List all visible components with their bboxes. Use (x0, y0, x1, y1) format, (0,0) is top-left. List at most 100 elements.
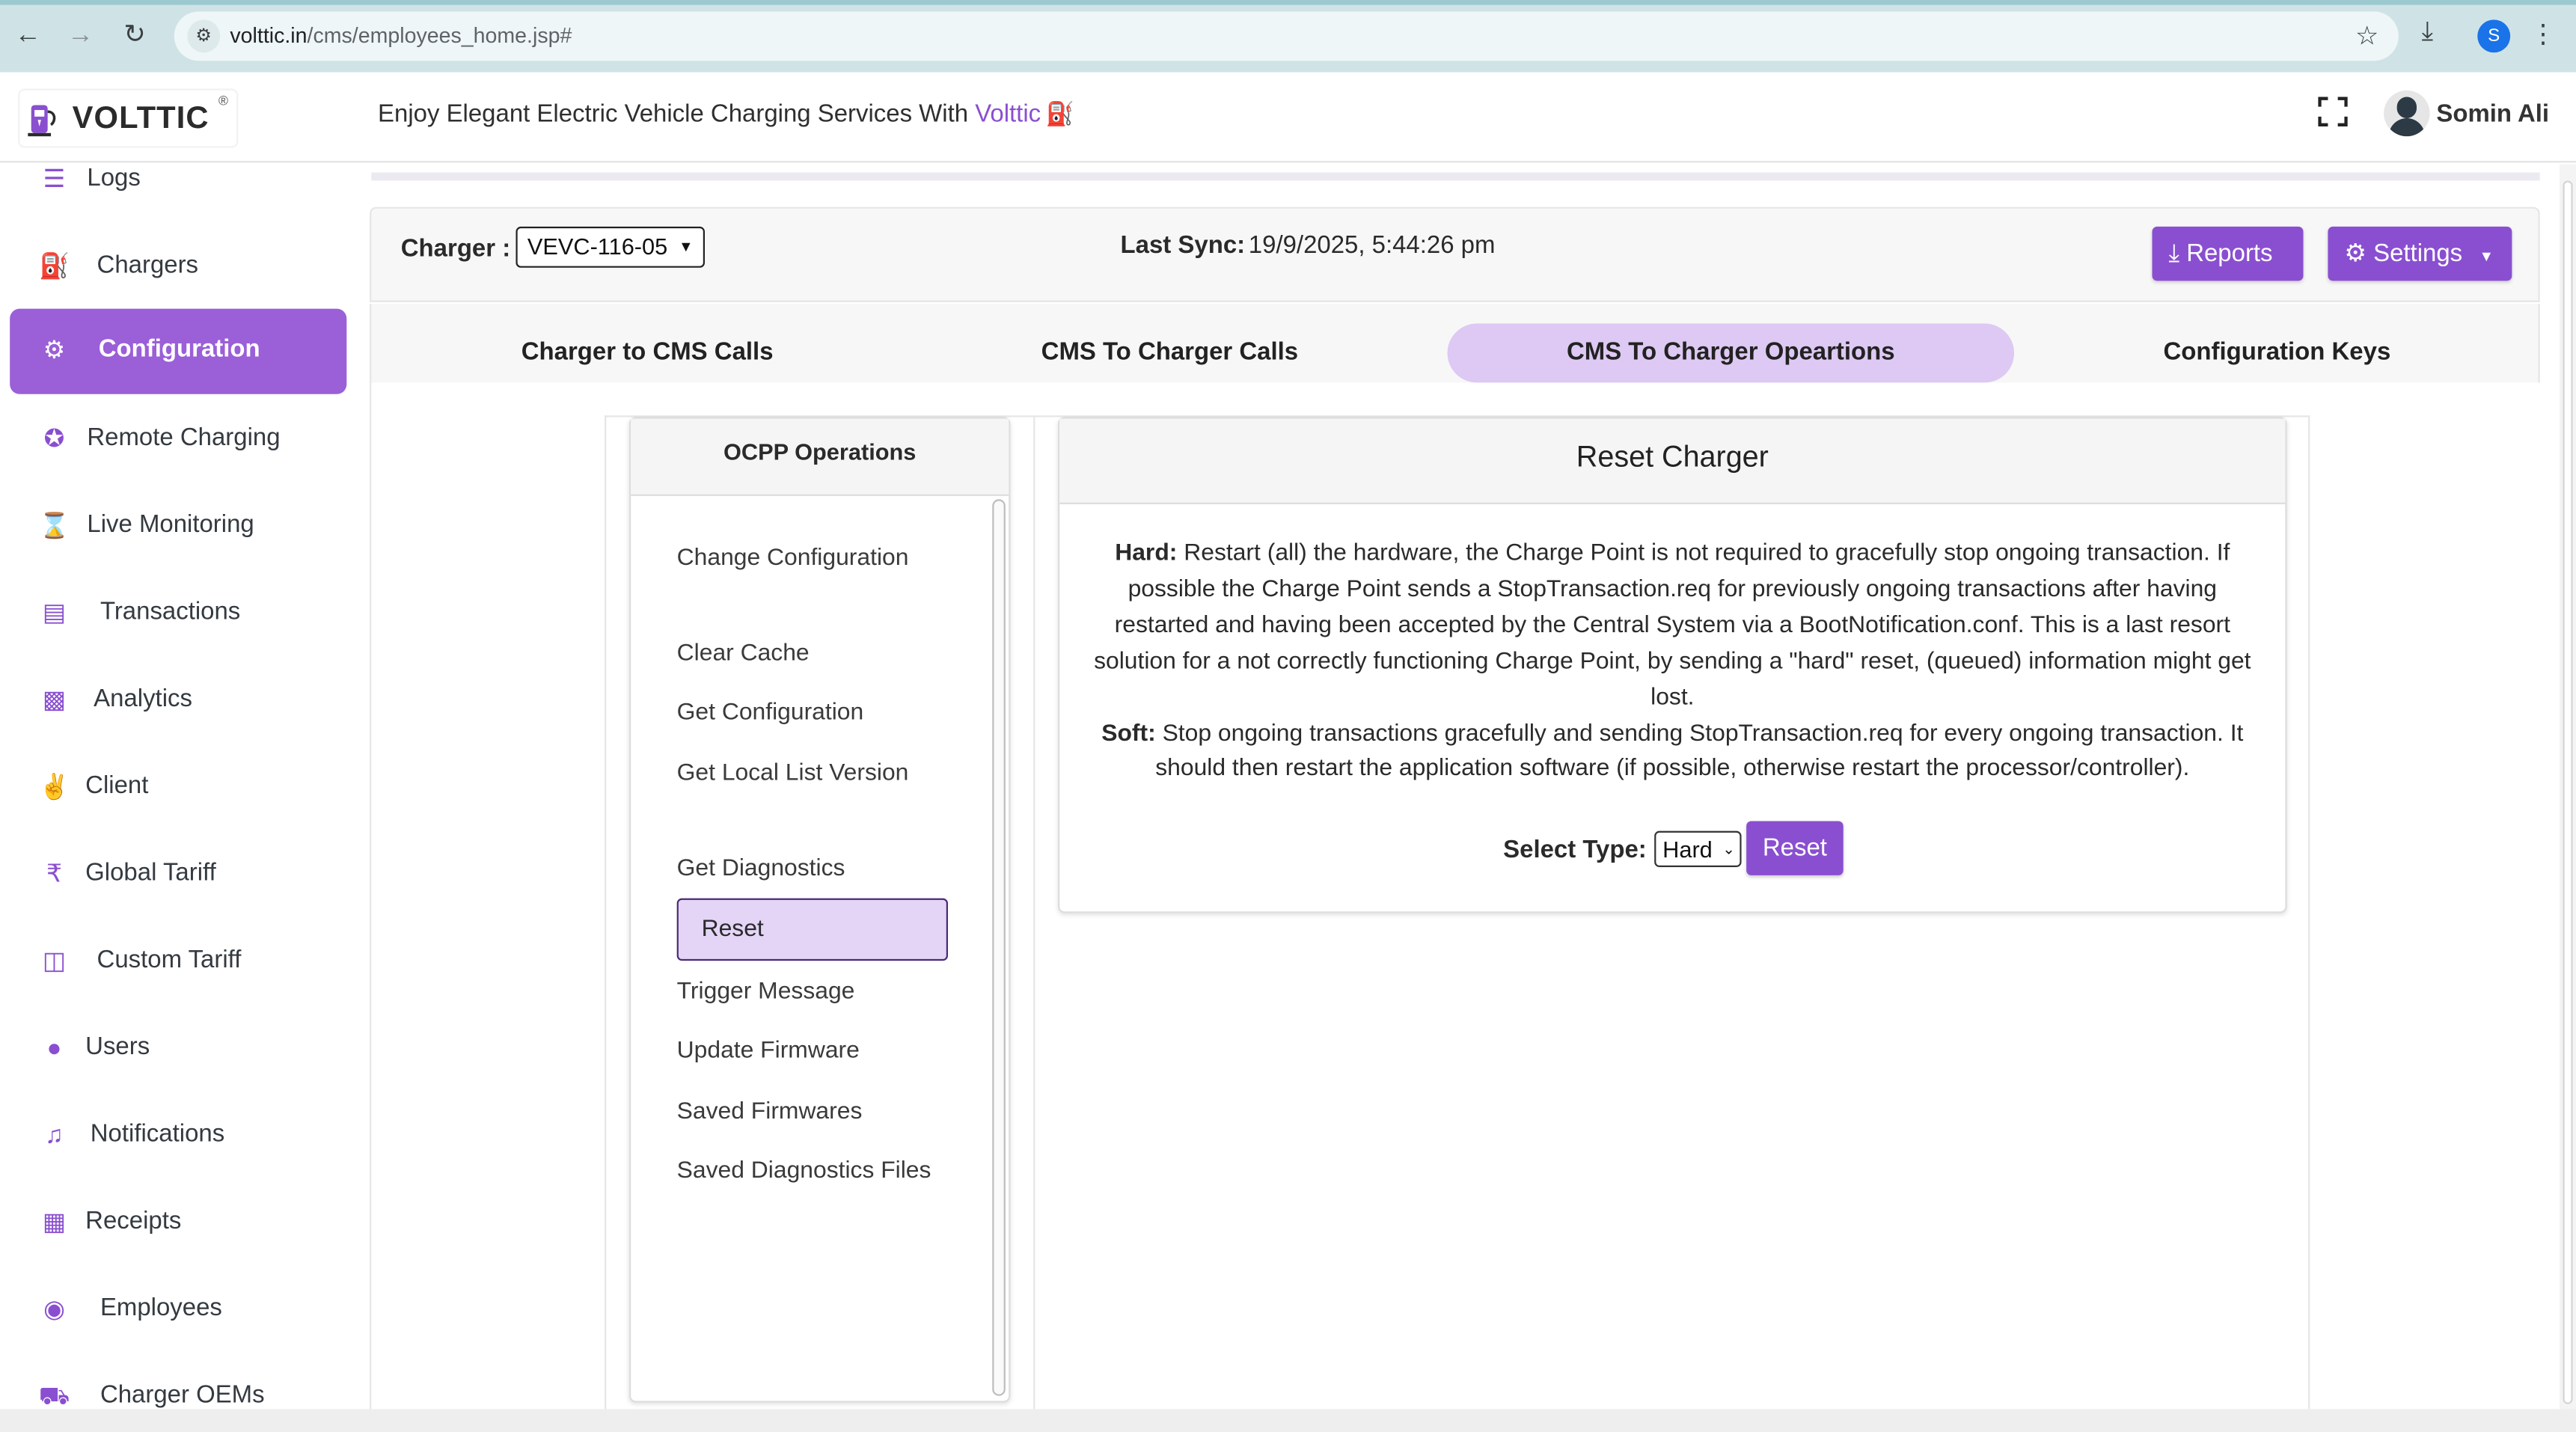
sidebar-item-chargers[interactable]: ⛽ Chargers (10, 225, 346, 310)
panel-divider (1033, 417, 1035, 1414)
soft-description: Stop ongoing transactions gracefully and… (1155, 720, 2244, 783)
profile-avatar[interactable]: S (2477, 19, 2511, 53)
logo-charger-icon (28, 105, 56, 137)
sidebar-item-users[interactable]: ● Users (10, 1007, 346, 1092)
charger-select[interactable]: VEVC-116-05 ▼ (515, 226, 705, 268)
sidebar-item-remote-charging[interactable]: ✪ Remote Charging (10, 397, 346, 483)
sidebar-item-configuration[interactable]: ⚙ Configuration (10, 308, 347, 394)
logo-text: VOLTTIC (72, 102, 209, 137)
volttic-logo[interactable]: VOLTTIC ® (19, 90, 237, 147)
url-host: volttic.in (230, 22, 308, 48)
sidebar-item-notifications[interactable]: ♫ Notifications (10, 1094, 346, 1179)
tab-cms-to-charger-calls[interactable]: CMS To Charger Calls (926, 323, 1413, 382)
ocpp-item-get-configuration[interactable]: Get Configuration (677, 694, 946, 730)
hourglass-icon: ⌛ (38, 512, 70, 541)
browser-top-edge (0, 0, 2576, 5)
app-header: VOLTTIC ® Enjoy Elegant Electric Vehicle… (0, 72, 2576, 163)
browser-toolbar: ← → ↻ ⚙ volttic.in/cms/employees_home.js… (0, 0, 2576, 73)
url-path: /cms/employees_home.jsp# (307, 22, 572, 48)
operations-content: OCPP Operations Change Configuration Cle… (370, 382, 2540, 1414)
last-sync-value: 19/9/2025, 5:44:26 pm (1248, 231, 1496, 260)
tab-charger-to-cms-calls[interactable]: Charger to CMS Calls (404, 323, 890, 382)
sidebar-item-live-monitoring[interactable]: ⌛ Live Monitoring (10, 485, 346, 570)
sidebar-item-label: Remote Charging (87, 423, 281, 452)
sidebar-item-global-tariff[interactable]: ₹ Global Tariff (10, 833, 346, 918)
reload-icon[interactable]: ↻ (118, 19, 151, 52)
rupee-icon: ₹ (46, 860, 62, 889)
hard-label: Hard: (1115, 540, 1178, 567)
reset-type-select[interactable]: Hard ⌄ (1654, 830, 1742, 867)
sidebar-item-label: Configuration (98, 334, 260, 364)
header-tagline: Enjoy Elegant Electric Vehicle Charging … (378, 100, 1074, 128)
user-avatar[interactable] (2384, 90, 2430, 137)
page-scrollbar[interactable] (2560, 164, 2576, 1413)
custom-tariff-icon: ◫ (42, 947, 67, 976)
reports-button[interactable]: ⤓ Reports (2152, 226, 2304, 281)
user-name[interactable]: Somin Ali (2436, 100, 2549, 128)
ocpp-item-get-local-list-version[interactable]: Get Local List Version (677, 756, 946, 792)
employees-icon: ◉ (43, 1295, 65, 1324)
address-bar[interactable]: ⚙ volttic.in/cms/employees_home.jsp# ☆ (174, 11, 2399, 61)
main-content: Charger : VEVC-116-05 ▼ Last Sync: 19/9/… (368, 165, 2540, 1414)
tab-cms-to-charger-operations[interactable]: CMS To Charger Opeartions (1447, 323, 2015, 383)
sidebar-item-client[interactable]: ✌ Client (10, 746, 346, 831)
sidebar-item-label: Client (85, 771, 149, 800)
sidebar-item-label: Analytics (94, 685, 192, 713)
back-icon[interactable]: ← (11, 19, 44, 52)
sidebar-item-custom-tariff[interactable]: ◫ Custom Tariff (10, 920, 346, 1005)
card-icon: ▤ (42, 599, 67, 628)
top-divider (371, 172, 2540, 181)
sidebar-item-label: Charger OEMs (100, 1380, 265, 1410)
sidebar-item-label: Logs (87, 164, 141, 192)
sidebar-item-label: Live Monitoring (87, 510, 254, 539)
ocpp-item-update-firmware[interactable]: Update Firmware (677, 1033, 946, 1069)
logo-registered-mark: ® (218, 94, 229, 108)
reset-type-value: Hard (1662, 836, 1713, 863)
select-type-label: Select Type: (1503, 836, 1647, 864)
charger-bar: Charger : VEVC-116-05 ▼ Last Sync: 19/9/… (370, 206, 2540, 302)
sidebar-item-transactions[interactable]: ▤ Transactions (10, 572, 346, 657)
reset-button[interactable]: Reset (1746, 821, 1844, 875)
ocpp-operations-list: Change Configuration Clear Cache Get Con… (631, 496, 1009, 1401)
receipt-icon: ▦ (42, 1208, 67, 1237)
bookmark-star-icon[interactable]: ☆ (2355, 19, 2378, 52)
browser-menu-icon[interactable]: ⋮ (2530, 18, 2557, 51)
settings-button[interactable]: ⚙ Settings ▼ (2328, 226, 2512, 281)
ocpp-item-saved-firmwares[interactable]: Saved Firmwares (677, 1094, 946, 1130)
reset-description: Hard: Restart (all) the hardware, the Ch… (1089, 537, 2256, 789)
gears-icon: ⚙ (43, 336, 66, 365)
sidebar-item-logs[interactable]: ☰ Logs (10, 165, 346, 224)
site-info-icon[interactable]: ⚙ (187, 19, 221, 53)
ocpp-item-change-configuration[interactable]: Change Configuration (677, 540, 946, 576)
sidebar-item-label: Custom Tariff (97, 946, 242, 974)
settings-label: Settings (2373, 239, 2463, 268)
ocpp-item-get-diagnostics[interactable]: Get Diagnostics (677, 851, 946, 887)
ocpp-item-trigger-message[interactable]: Trigger Message (677, 974, 946, 1010)
ocpp-item-saved-diagnostics-files[interactable]: Saved Diagnostics Files (677, 1153, 946, 1189)
ocpp-list-scrollbar[interactable] (992, 499, 1006, 1396)
tab-configuration-keys[interactable]: Configuration Keys (2034, 323, 2520, 382)
users-icon: ● (46, 1034, 62, 1063)
ocpp-item-clear-cache[interactable]: Clear Cache (677, 635, 946, 671)
url-text[interactable]: volttic.in/cms/employees_home.jsp# (230, 23, 572, 48)
avatar-head (2396, 97, 2417, 119)
sidebar: ☰ Logs ⛽ Chargers ⚙ Configuration ✪ Remo… (0, 164, 365, 1432)
download-icon: ⤓ (2168, 239, 2180, 268)
sidebar-item-employees[interactable]: ◉ Employees (10, 1268, 346, 1353)
forward-icon[interactable]: → (64, 19, 97, 52)
sidebar-item-label: Transactions (100, 597, 241, 626)
caret-down-icon: ▼ (679, 238, 694, 255)
hard-description: Restart (all) the hardware, the Charge P… (1094, 540, 2251, 711)
reports-label: Reports (2186, 239, 2273, 268)
sidebar-item-analytics[interactable]: ▩ Analytics (10, 658, 346, 744)
handshake-icon: ✌ (38, 773, 70, 802)
sidebar-item-label: Users (85, 1032, 150, 1061)
logs-icon: ☰ (43, 165, 66, 195)
sidebar-item-receipts[interactable]: ▦ Receipts (10, 1181, 346, 1266)
fullscreen-icon[interactable] (2318, 97, 2348, 127)
ocpp-item-reset[interactable]: Reset (676, 898, 948, 961)
charger-select-value: VEVC-116-05 (527, 233, 668, 260)
page-scrollbar-thumb[interactable] (2563, 180, 2573, 1404)
download-icon[interactable]: ⤓ (2422, 18, 2434, 48)
sidebar-item-label: Notifications (90, 1119, 225, 1148)
